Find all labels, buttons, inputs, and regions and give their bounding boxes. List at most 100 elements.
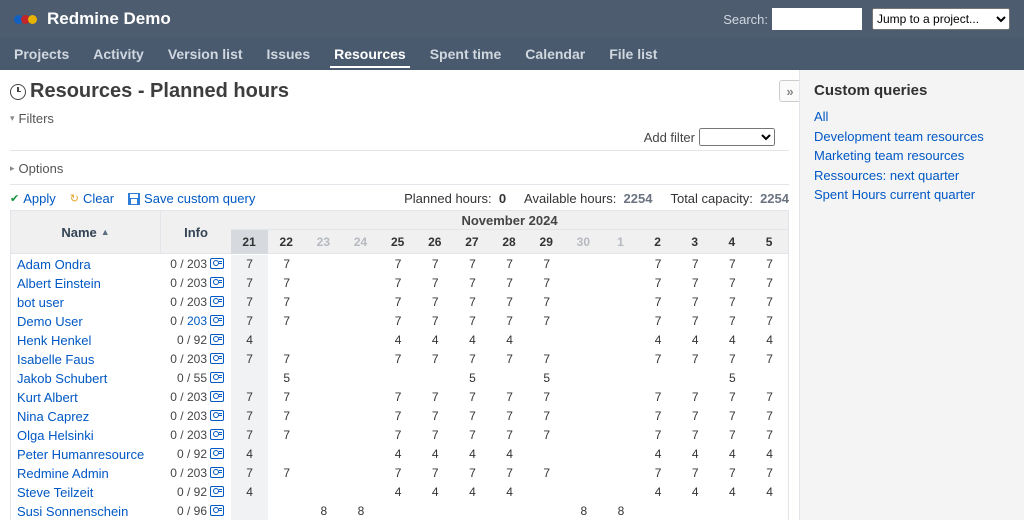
hours-cell[interactable]: 7: [268, 426, 305, 445]
hours-cell[interactable]: 4: [231, 331, 268, 350]
hours-cell[interactable]: [677, 369, 714, 388]
hours-cell[interactable]: [342, 426, 379, 445]
hours-cell[interactable]: 7: [231, 255, 268, 274]
hours-cell[interactable]: 7: [751, 255, 788, 274]
hours-cell[interactable]: [342, 388, 379, 407]
resource-name-link[interactable]: Adam Ondra: [17, 257, 145, 272]
nav-spent-time[interactable]: Spent time: [426, 40, 506, 68]
hours-cell[interactable]: 7: [417, 293, 454, 312]
apply-button[interactable]: ✔ Apply: [10, 191, 56, 206]
hours-cell[interactable]: 7: [268, 464, 305, 483]
hours-cell[interactable]: [751, 502, 788, 520]
hours-cell[interactable]: 7: [380, 350, 417, 369]
hours-cell[interactable]: 4: [380, 445, 417, 464]
hours-cell[interactable]: 7: [454, 255, 491, 274]
hours-cell[interactable]: [305, 445, 342, 464]
hours-cell[interactable]: [528, 483, 565, 502]
hours-cell[interactable]: 7: [751, 312, 788, 331]
hours-cell[interactable]: [602, 483, 639, 502]
hours-cell[interactable]: 7: [417, 350, 454, 369]
hours-cell[interactable]: 7: [231, 293, 268, 312]
hours-cell[interactable]: [305, 426, 342, 445]
hours-cell[interactable]: 7: [454, 464, 491, 483]
hours-cell[interactable]: 4: [454, 331, 491, 350]
nav-resources[interactable]: Resources: [330, 40, 410, 68]
hours-cell[interactable]: 7: [491, 350, 528, 369]
hours-cell[interactable]: 7: [640, 350, 677, 369]
hours-cell[interactable]: 7: [528, 255, 565, 274]
hours-cell[interactable]: [305, 483, 342, 502]
day-header[interactable]: 30: [565, 230, 602, 254]
hours-cell[interactable]: 7: [751, 388, 788, 407]
hours-cell[interactable]: [305, 407, 342, 426]
hours-cell[interactable]: 7: [714, 426, 751, 445]
hours-cell[interactable]: [417, 369, 454, 388]
hours-cell[interactable]: [305, 350, 342, 369]
resource-name-link[interactable]: Susi Sonnenschein: [17, 504, 145, 519]
hours-cell[interactable]: 7: [268, 293, 305, 312]
hours-cell[interactable]: 7: [454, 426, 491, 445]
nav-activity[interactable]: Activity: [89, 40, 148, 68]
hours-cell[interactable]: 7: [380, 274, 417, 293]
hours-cell[interactable]: 7: [268, 388, 305, 407]
hours-cell[interactable]: 4: [751, 445, 788, 464]
sidebar-collapse-button[interactable]: »: [779, 80, 799, 102]
hours-cell[interactable]: [305, 369, 342, 388]
hours-cell[interactable]: 7: [528, 464, 565, 483]
hours-cell[interactable]: 7: [640, 274, 677, 293]
hours-cell[interactable]: 7: [454, 388, 491, 407]
user-card-button[interactable]: [207, 409, 227, 424]
hours-cell[interactable]: 4: [714, 445, 751, 464]
user-card-button[interactable]: [207, 314, 227, 329]
hours-cell[interactable]: 7: [491, 312, 528, 331]
hours-cell[interactable]: [565, 426, 602, 445]
hours-cell[interactable]: 7: [677, 274, 714, 293]
hours-cell[interactable]: [342, 255, 379, 274]
hours-cell[interactable]: 7: [231, 464, 268, 483]
resource-name-link[interactable]: Peter Humanresource: [17, 447, 145, 462]
hours-cell[interactable]: 7: [528, 388, 565, 407]
hours-cell[interactable]: 7: [528, 274, 565, 293]
resource-name-link[interactable]: Steve Teilzeit: [17, 485, 145, 500]
resource-name-link[interactable]: Isabelle Faus: [17, 352, 145, 367]
hours-cell[interactable]: [602, 350, 639, 369]
hours-cell[interactable]: [565, 369, 602, 388]
hours-cell[interactable]: [640, 369, 677, 388]
user-card-button[interactable]: [207, 390, 227, 405]
hours-cell[interactable]: [602, 407, 639, 426]
hours-cell[interactable]: [565, 464, 602, 483]
hours-cell[interactable]: 7: [231, 312, 268, 331]
user-card-button[interactable]: [207, 295, 227, 310]
hours-cell[interactable]: 7: [528, 293, 565, 312]
hours-cell[interactable]: 4: [491, 331, 528, 350]
hours-cell[interactable]: 7: [380, 464, 417, 483]
hours-cell[interactable]: [528, 445, 565, 464]
hours-cell[interactable]: 7: [417, 312, 454, 331]
hours-cell[interactable]: 7: [714, 293, 751, 312]
hours-cell[interactable]: [602, 274, 639, 293]
hours-cell[interactable]: 7: [714, 350, 751, 369]
hours-cell[interactable]: 8: [342, 502, 379, 520]
hours-cell[interactable]: [565, 293, 602, 312]
resource-name-link[interactable]: Olga Helsinki: [17, 428, 145, 443]
hours-cell[interactable]: [640, 502, 677, 520]
hours-cell[interactable]: 7: [640, 255, 677, 274]
hours-cell[interactable]: 5: [714, 369, 751, 388]
hours-cell[interactable]: 7: [528, 426, 565, 445]
hours-cell[interactable]: [677, 502, 714, 520]
hours-cell[interactable]: [231, 369, 268, 388]
hours-cell[interactable]: [602, 331, 639, 350]
hours-cell[interactable]: [565, 407, 602, 426]
hours-cell[interactable]: 7: [640, 388, 677, 407]
hours-cell[interactable]: 7: [677, 293, 714, 312]
hours-cell[interactable]: 8: [305, 502, 342, 520]
hours-cell[interactable]: 7: [491, 293, 528, 312]
hours-cell[interactable]: 7: [528, 312, 565, 331]
hours-cell[interactable]: 4: [380, 483, 417, 502]
hours-cell[interactable]: 7: [417, 274, 454, 293]
hours-cell[interactable]: 4: [231, 445, 268, 464]
hours-cell[interactable]: 7: [417, 464, 454, 483]
resource-info-link[interactable]: 203: [187, 314, 207, 328]
hours-cell[interactable]: 4: [640, 445, 677, 464]
hours-cell[interactable]: 7: [677, 388, 714, 407]
